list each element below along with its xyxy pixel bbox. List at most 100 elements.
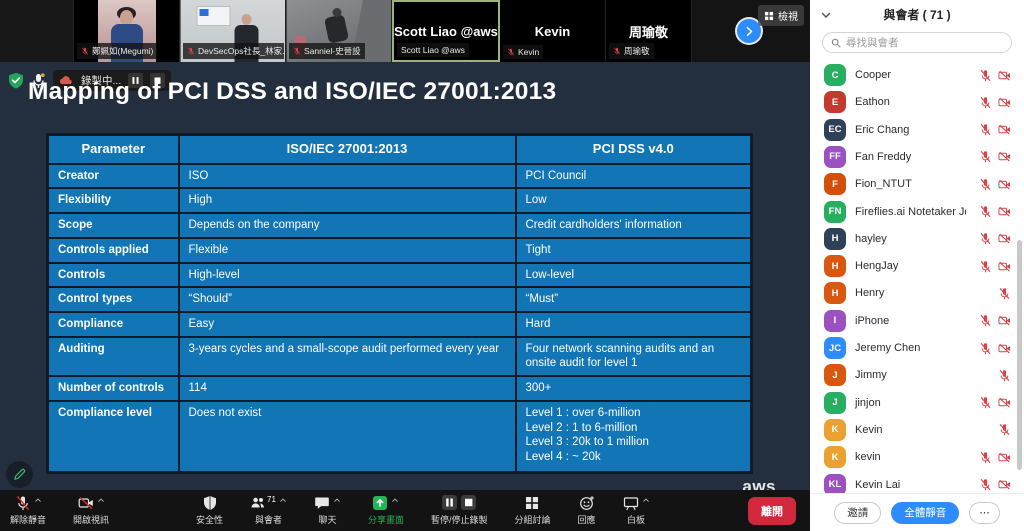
shared-screen-slide: 錄製中... Mapping of PCI DSS and ISO/IEC 27… — [0, 62, 810, 490]
chevron-up-icon[interactable] — [279, 496, 287, 504]
mic-off-icon — [979, 396, 992, 409]
participant-search-box[interactable] — [822, 32, 1012, 54]
participant-name: Kevin — [855, 424, 966, 436]
participant-row[interactable]: K kevin — [810, 444, 1024, 471]
video-tile[interactable]: Scott Liao @awsScott Liao @aws — [392, 0, 500, 62]
participant-row[interactable]: C Cooper — [810, 61, 1024, 88]
participant-status-icons — [975, 205, 1011, 218]
tile-name-label: 鄭姵如(Megumi) — [77, 43, 157, 59]
table-value-cell: Credit cardholders' information — [516, 213, 752, 238]
toolbar-share-screen-button[interactable]: 分享畫面 — [368, 495, 404, 526]
table-value-cell: Low — [516, 188, 752, 213]
tile-name-label: Sanniel-史晉設 — [289, 43, 365, 59]
toolbar-chat-button[interactable]: 聊天 — [314, 495, 341, 526]
toolbar-whiteboard-button[interactable]: 白板 — [623, 495, 650, 526]
table-value-cell: Flexible — [179, 238, 516, 263]
view-button[interactable]: 檢視 — [758, 5, 804, 26]
video-off-icon — [998, 150, 1011, 163]
table-value-cell: Depends on the company — [179, 213, 516, 238]
toolbar-button-label: 白板 — [627, 513, 645, 526]
toolbar-participants-button[interactable]: 71與會者 — [250, 495, 287, 526]
avatar: KL — [824, 474, 846, 494]
participant-row[interactable]: J jinjon — [810, 389, 1024, 416]
video-tile[interactable]: 周瑜敬 周瑜敬 — [606, 0, 692, 62]
toolbar-security-button[interactable]: 安全性 — [196, 495, 223, 526]
participant-row[interactable]: FF Fan Freddy — [810, 143, 1024, 170]
avatar: H — [824, 228, 846, 250]
mic-off-icon — [979, 150, 992, 163]
more-options-button[interactable]: ⋯ — [969, 502, 1000, 524]
participant-status-icons — [975, 369, 1011, 382]
video-off-icon — [998, 451, 1011, 464]
chevron-up-icon[interactable] — [391, 496, 399, 504]
video-thumbnail-strip: 鄭姵如(Megumi) DevSecOps社長_林家... Sanniel-史晉… — [0, 0, 810, 62]
table-param-cell: Compliance level — [48, 401, 179, 473]
avatar: EC — [824, 119, 846, 141]
participant-row[interactable]: JC Jeremy Chen — [810, 334, 1024, 361]
chevron-up-icon[interactable] — [642, 496, 650, 504]
participants-title: 與會者 ( 71 ) — [883, 6, 950, 23]
chevron-up-icon[interactable] — [97, 496, 105, 504]
participant-row[interactable]: K Kevin — [810, 416, 1024, 443]
participant-row[interactable]: E Eathon — [810, 89, 1024, 116]
table-row: ComplianceEasyHard — [48, 312, 752, 337]
participants-footer: 邀請 全體靜音 ⋯ — [810, 493, 1024, 531]
participant-row[interactable]: H HengJay — [810, 253, 1024, 280]
participant-row[interactable]: FN Fireflies.ai Notetaker Joy — [810, 198, 1024, 225]
video-tile[interactable]: Kevin Kevin — [500, 0, 606, 62]
chevron-up-icon[interactable] — [333, 496, 341, 504]
table-value-cell: High — [179, 188, 516, 213]
video-tile[interactable]: Sanniel-史晉設 — [286, 0, 392, 62]
reactions-icon — [579, 495, 595, 511]
participant-name: HengJay — [855, 260, 966, 272]
grid-view-icon — [764, 11, 774, 21]
mic-off-icon — [293, 47, 301, 55]
participants-icon — [250, 495, 266, 511]
toolbar-unmute-button[interactable]: 解除靜音 — [10, 495, 46, 526]
video-tile-empty — [0, 0, 74, 62]
video-off-icon — [998, 478, 1011, 491]
avatar: J — [824, 364, 846, 386]
participant-status-icons — [975, 150, 1011, 163]
participant-row[interactable]: F Fion_NTUT — [810, 171, 1024, 198]
video-off-icon — [998, 123, 1011, 136]
participant-row[interactable]: I iPhone — [810, 307, 1024, 334]
video-off-icon — [998, 232, 1011, 245]
mic-off-icon — [81, 47, 89, 55]
participant-name: iPhone — [855, 315, 966, 327]
participant-status-icons — [975, 396, 1011, 409]
participant-row[interactable]: J Jimmy — [810, 362, 1024, 389]
toolbar-reactions-button[interactable]: 回應 — [578, 495, 596, 526]
avatar: FN — [824, 201, 846, 223]
participant-count-badge: 71 — [267, 495, 276, 504]
participant-row[interactable]: H hayley — [810, 225, 1024, 252]
leave-meeting-button[interactable]: 離開 — [748, 497, 796, 525]
collapse-panel-icon[interactable] — [820, 9, 832, 21]
chevron-up-icon[interactable] — [34, 496, 42, 504]
whiteboard-icon — [623, 495, 639, 511]
toolbar-start-video-button[interactable]: 開啟視訊 — [73, 495, 109, 526]
participant-name: Henry — [855, 287, 966, 299]
participant-row[interactable]: H Henry — [810, 280, 1024, 307]
participant-row[interactable]: KL Kevin Lai — [810, 471, 1024, 494]
participant-row[interactable]: EC Eric Chang — [810, 116, 1024, 143]
mic-off-icon — [979, 260, 992, 273]
annotate-button[interactable] — [6, 461, 33, 488]
breakout-rooms-icon — [524, 495, 540, 511]
video-tile[interactable]: 鄭姵如(Megumi) — [74, 0, 180, 62]
video-off-icon — [998, 260, 1011, 273]
mute-all-button[interactable]: 全體靜音 — [891, 502, 959, 524]
comparison-table: ParameterISO/IEC 27001:2013PCI DSS v4.0 … — [46, 133, 753, 474]
scrollbar-thumb[interactable] — [1017, 240, 1022, 470]
video-tile[interactable]: DevSecOps社長_林家... — [180, 0, 286, 62]
participant-name: Jeremy Chen — [855, 342, 966, 354]
participant-search-input[interactable] — [846, 37, 1003, 49]
toolbar-record-controls-button[interactable]: 暫停/停止錄製 — [431, 495, 488, 526]
toolbar-breakout-rooms-button[interactable]: 分組討論 — [514, 495, 550, 526]
table-value-cell: “Must” — [516, 287, 752, 312]
participant-name: Fion_NTUT — [855, 178, 966, 190]
video-off-icon — [998, 314, 1011, 327]
mic-off-icon — [998, 423, 1011, 436]
participant-status-icons — [975, 287, 1011, 300]
invite-button[interactable]: 邀請 — [834, 502, 881, 524]
